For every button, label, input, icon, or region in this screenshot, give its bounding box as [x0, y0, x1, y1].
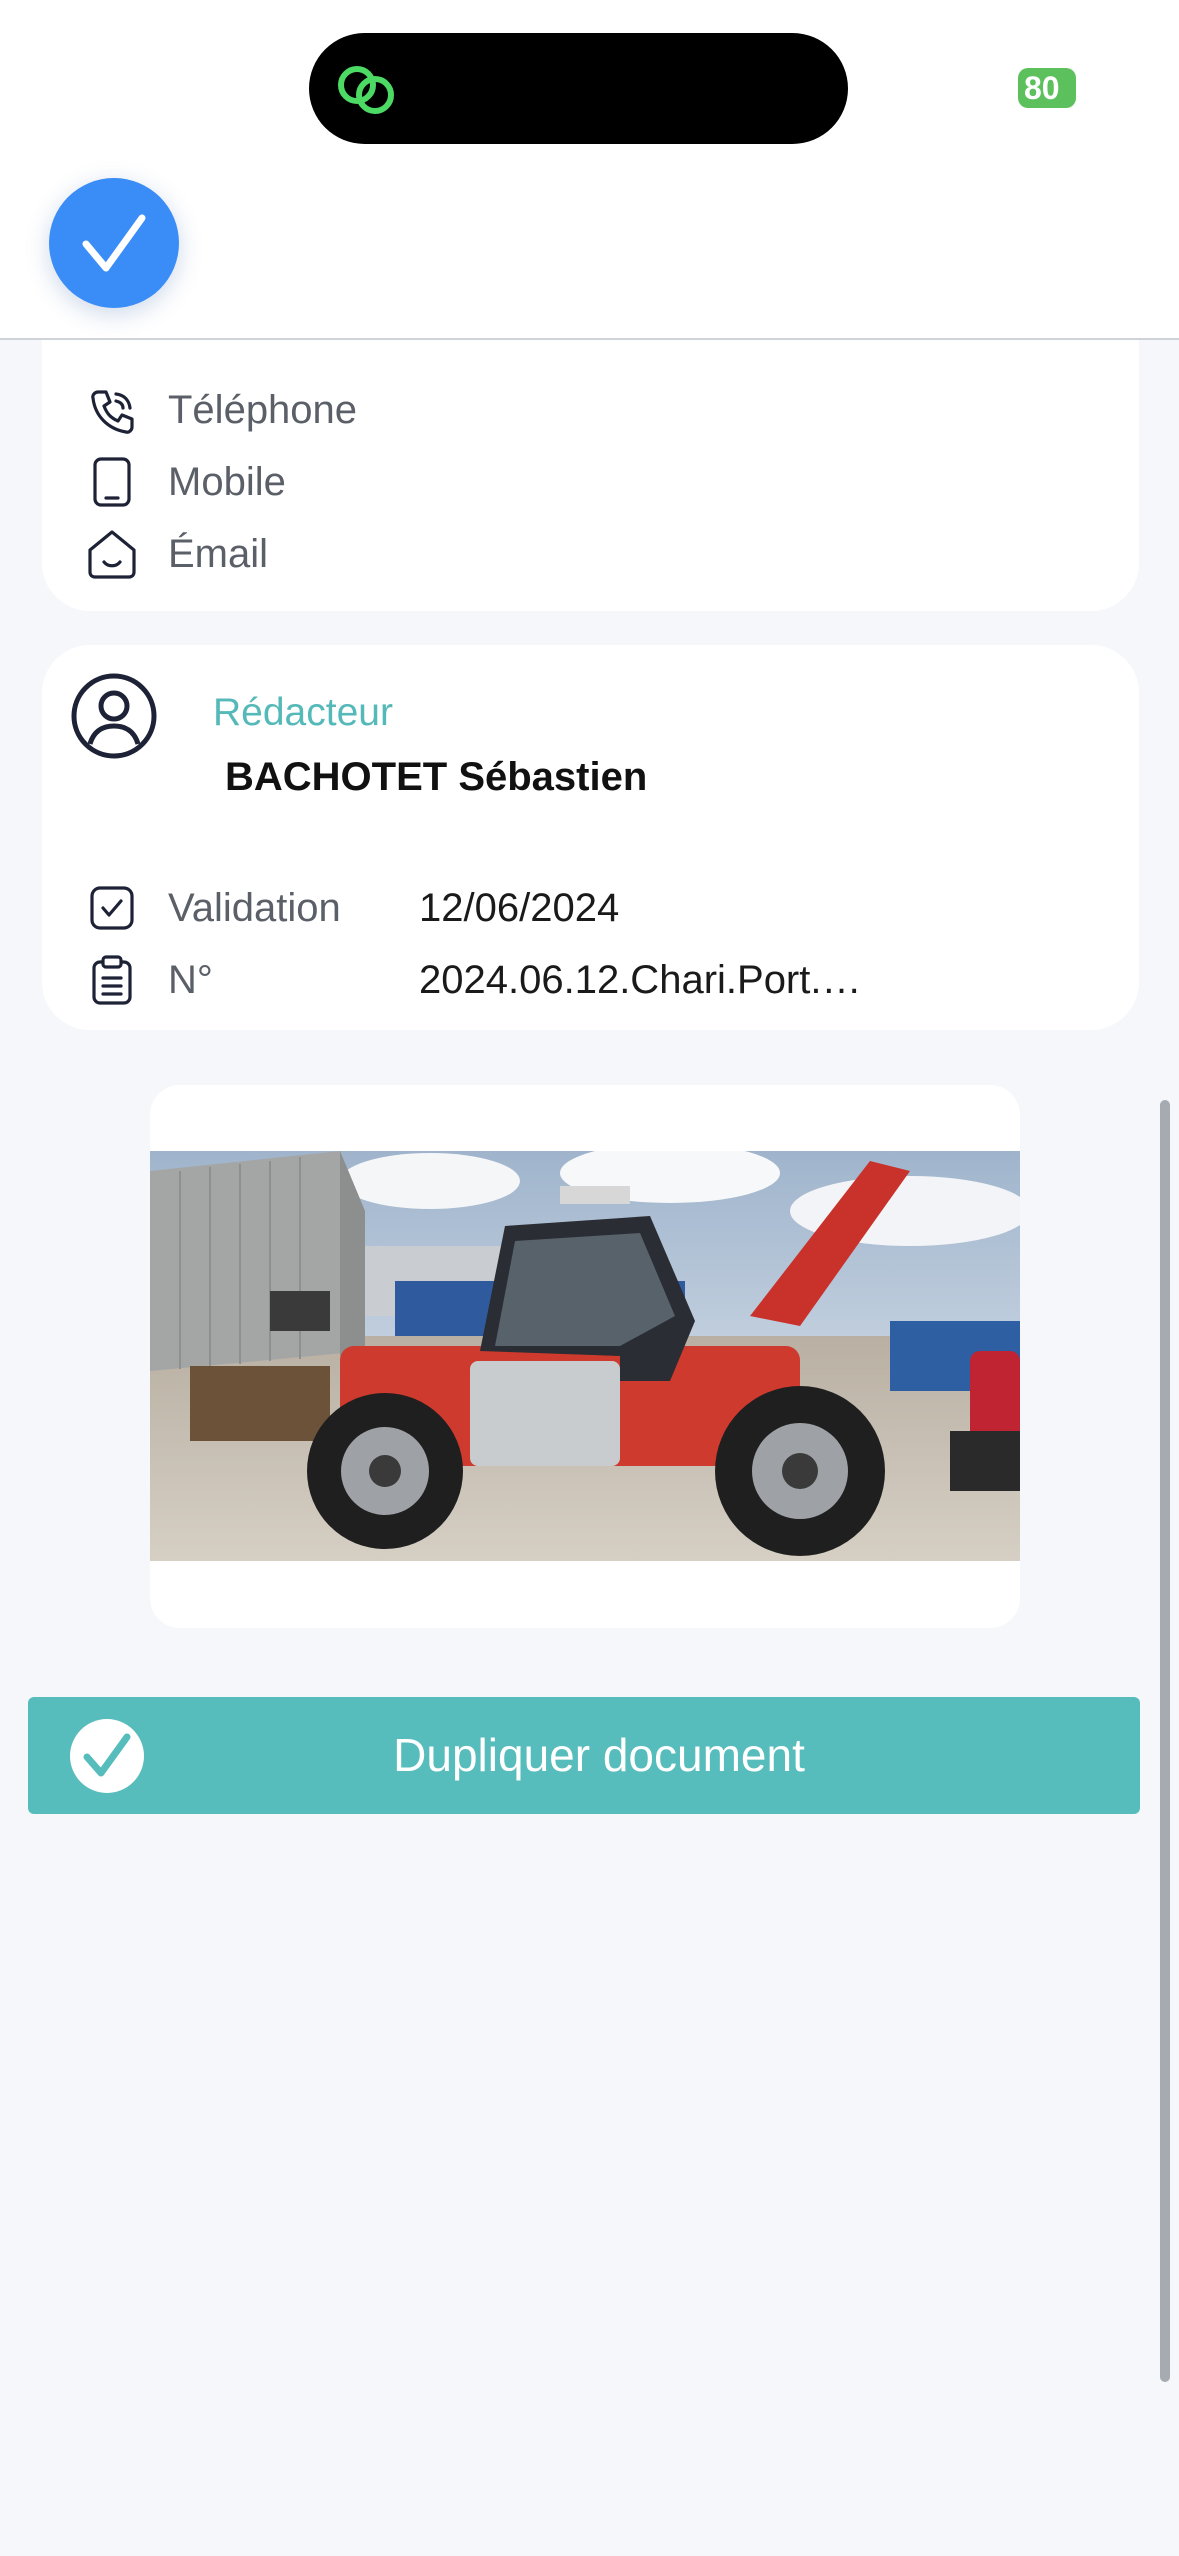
clipboard-icon [92, 955, 132, 1005]
link-rings-icon [338, 66, 394, 114]
vertical-scrollbar[interactable] [1160, 1100, 1170, 2382]
machine-photo[interactable] [150, 1151, 1020, 1561]
top-header: 80 [0, 0, 1179, 340]
contact-card: Téléphone Mobile Émail [42, 340, 1139, 611]
contact-label-phone: Téléphone [168, 388, 358, 432]
screen: 80 Téléphone Mobile Émail Rédacteur BACH… [0, 0, 1179, 2556]
contact-label-mobile: Mobile [168, 460, 286, 504]
mobile-icon [93, 457, 131, 507]
author-card: Rédacteur BACHOTET Sébastien Validation … [42, 645, 1139, 1030]
confirm-button[interactable] [49, 178, 179, 308]
email-icon [88, 530, 136, 579]
duplicate-button-label: Dupliquer document [393, 1729, 805, 1781]
photo-card[interactable] [150, 1085, 1020, 1628]
checkbox-icon [90, 886, 134, 930]
contact-label-email: Émail [168, 532, 269, 576]
battery-indicator: 80 [1018, 68, 1076, 108]
user-avatar-icon [71, 673, 157, 759]
author-name: BACHOTET Sébastien [225, 755, 648, 799]
phone-icon [91, 390, 134, 434]
validation-date: 12/06/2024 [419, 886, 620, 930]
duplicate-document-button[interactable]: Dupliquer document [28, 1697, 1140, 1814]
number-label: N° [168, 958, 213, 1002]
author-label: Rédacteur [213, 691, 393, 734]
dynamic-island [309, 33, 848, 144]
checkmark-icon [82, 214, 146, 272]
document-number: 2024.06.12.Chari.Port.… [419, 958, 862, 1002]
validation-label: Validation [168, 886, 341, 930]
